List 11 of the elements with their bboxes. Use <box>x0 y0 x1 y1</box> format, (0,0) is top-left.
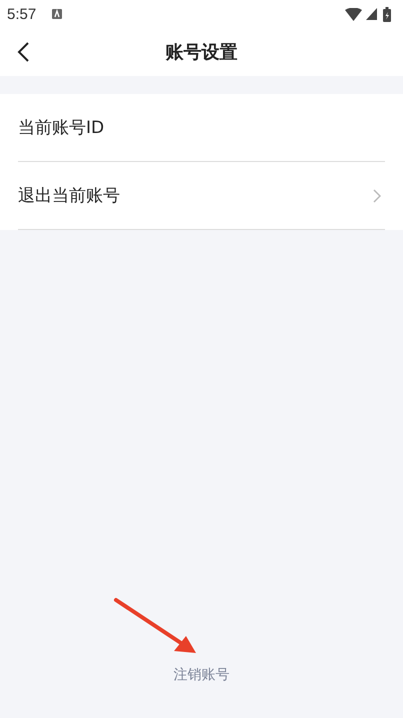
chevron-right-icon <box>373 188 381 202</box>
signal-icon <box>366 8 377 20</box>
status-time: 5:57 <box>7 6 36 22</box>
row-label: 退出当前账号 <box>18 185 121 207</box>
delete-account-link[interactable]: 注销账号 <box>174 666 230 684</box>
row-label: 当前账号ID <box>18 117 106 139</box>
page-title: 账号设置 <box>166 41 238 64</box>
notification-icon <box>52 9 62 19</box>
battery-icon <box>383 6 391 22</box>
settings-row[interactable]: 退出当前账号 <box>18 162 385 230</box>
wifi-icon <box>345 8 362 20</box>
